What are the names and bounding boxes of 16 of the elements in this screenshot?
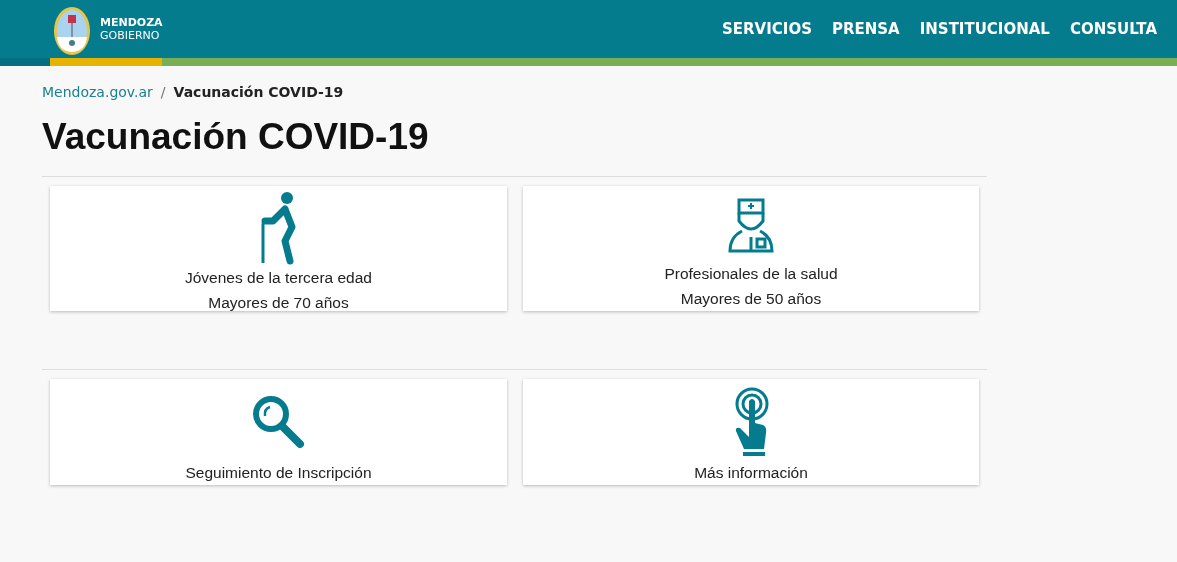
nurse-icon bbox=[727, 197, 775, 255]
category-card[interactable]: Seguimiento de Inscripción bbox=[50, 379, 507, 485]
nav-link[interactable]: SERVICIOS bbox=[722, 20, 812, 38]
nav-link[interactable]: CONSULTA bbox=[1069, 20, 1157, 38]
category-card[interactable]: Más información bbox=[523, 379, 979, 485]
nav-link[interactable]: PRENSA bbox=[831, 20, 900, 38]
category-card[interactable]: Profesionales de la salud Mayores de 50 años bbox=[523, 186, 979, 311]
breadcrumb-current: Vacunación COVID-19 bbox=[173, 84, 344, 100]
nav-link[interactable]: INSTITUCIONAL bbox=[919, 20, 1050, 38]
breadcrumb-link[interactable]: Mendoza.gov.ar bbox=[42, 84, 153, 100]
logo-subtitle: GOBIERNO bbox=[100, 29, 161, 42]
breadcrumb-separator: / bbox=[160, 84, 166, 100]
page-title: Vacunación COVID-19 bbox=[42, 116, 430, 158]
logo-title: MENDOZA bbox=[100, 16, 163, 29]
search-icon bbox=[250, 394, 307, 450]
category-card[interactable]: Jóvenes de la tercera edad Mayores de 70 años bbox=[50, 186, 507, 311]
